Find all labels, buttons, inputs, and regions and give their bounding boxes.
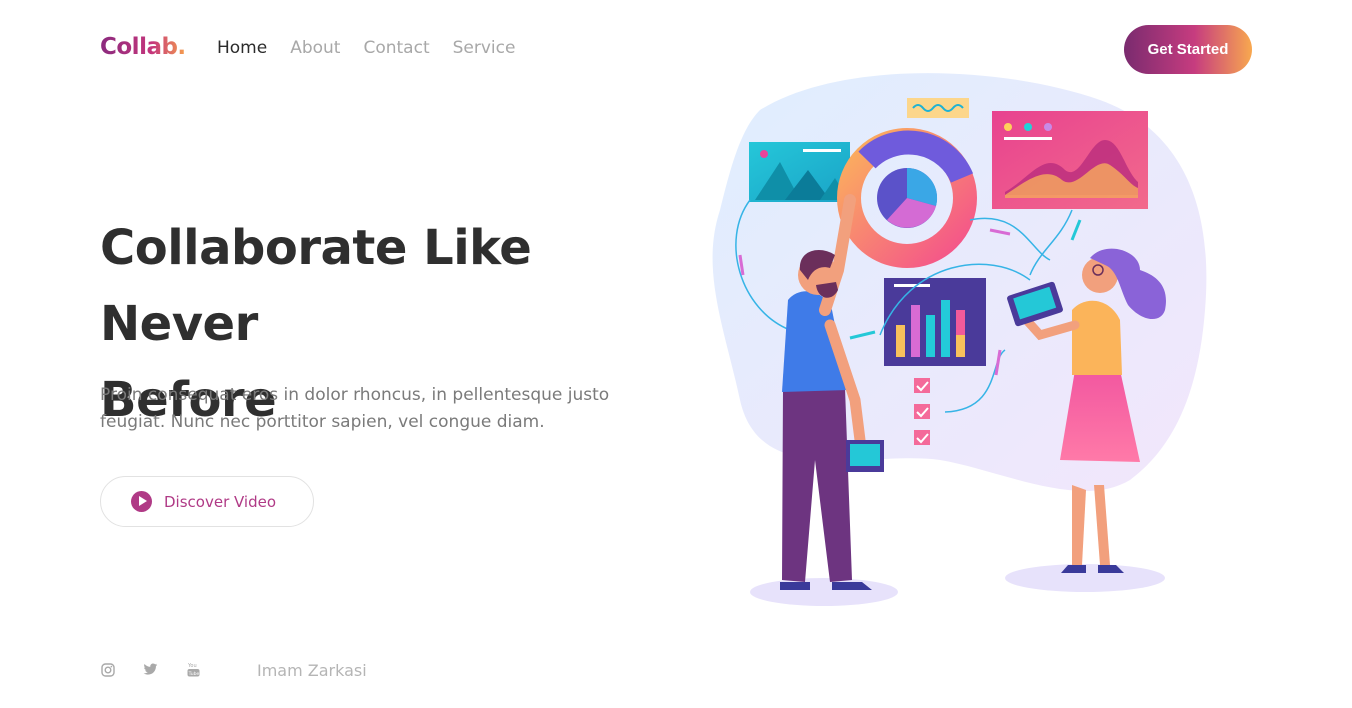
nav-item-service[interactable]: Service [453, 38, 516, 58]
hero-subtext: Proin consequat eros in dolor rhoncus, i… [100, 385, 610, 432]
twitter-icon[interactable] [143, 662, 158, 677]
youtube-icon[interactable]: You Tube [186, 662, 201, 677]
social-links: You Tube [100, 662, 229, 677]
nav-item-home[interactable]: Home [217, 38, 267, 58]
brand-logo[interactable]: Collab. [100, 34, 186, 60]
checklist [914, 378, 930, 445]
nav-item-contact[interactable]: Contact [363, 38, 429, 58]
hero-headline-line1: Collaborate Like Never [100, 220, 532, 352]
instagram-icon[interactable] [100, 662, 115, 677]
main-nav: Home About Contact Service [217, 38, 515, 58]
author-name: Imam Zarkasi [257, 661, 367, 680]
pink-area-chart-panel [992, 111, 1148, 209]
nav-item-about[interactable]: About [290, 38, 340, 58]
svg-text:Tube: Tube [188, 671, 200, 677]
bar-chart-panel [884, 278, 986, 366]
wave-card [907, 98, 969, 118]
svg-text:You: You [187, 663, 197, 669]
collaboration-illustration [712, 73, 1207, 606]
discover-video-label: Discover Video [164, 492, 277, 511]
play-icon [131, 491, 152, 512]
discover-video-button[interactable]: Discover Video [100, 476, 314, 527]
teal-mountain-panel [749, 142, 850, 202]
get-started-button[interactable]: Get Started [1124, 25, 1252, 74]
